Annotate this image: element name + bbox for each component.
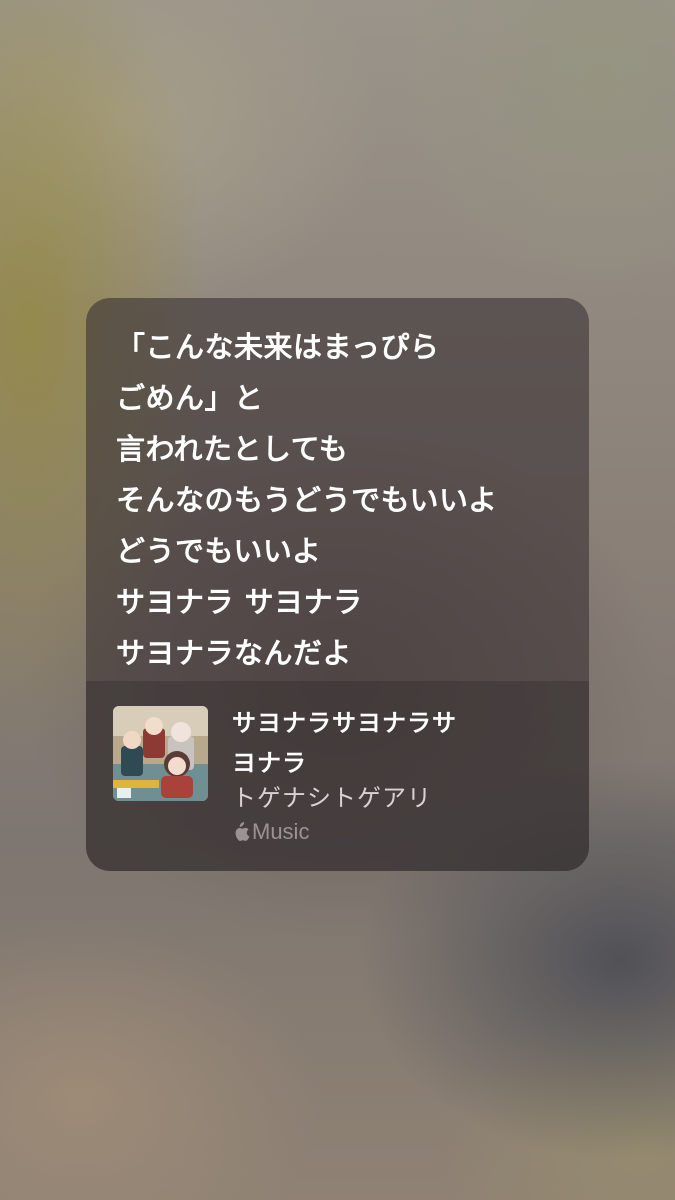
- track-artist: トゲナシトゲアリ: [232, 784, 432, 812]
- lyric-line: どうでもいいよ: [116, 534, 322, 568]
- lyric-line: ごめん」と: [116, 381, 264, 415]
- track-title-line: ヨナラ: [232, 749, 307, 777]
- album-artwork-image: [113, 706, 208, 801]
- track-info[interactable]: サヨナラサヨナラサ ヨナラ トゲナシトゲアリ Music: [86, 681, 589, 871]
- lyric-line: サヨナラ サヨナラ: [116, 585, 363, 619]
- lyric-line: サヨナラなんだよ: [116, 636, 353, 670]
- lyric-line: 「こんな未来はまっぴら: [116, 330, 440, 364]
- apple-music-label: Music: [252, 819, 310, 844]
- lyrics-block: 「こんな未来はまっぴら ごめん」と 言われたとしても そんなのもうどうでもいいよ…: [86, 298, 589, 681]
- album-artwork[interactable]: [113, 706, 208, 801]
- apple-music-badge: Music: [232, 819, 309, 845]
- track-title-line: サヨナラサヨナラサ: [232, 709, 457, 737]
- apple-logo-icon: [235, 822, 250, 841]
- lyric-line: 言われたとしても: [116, 432, 349, 466]
- track-title: サヨナラサヨナラサ ヨナラ: [232, 703, 532, 783]
- lyric-line: そんなのもうどうでもいいよ: [116, 483, 498, 517]
- lyrics-share-card[interactable]: 「こんな未来はまっぴら ごめん」と 言われたとしても そんなのもうどうでもいいよ…: [86, 298, 589, 871]
